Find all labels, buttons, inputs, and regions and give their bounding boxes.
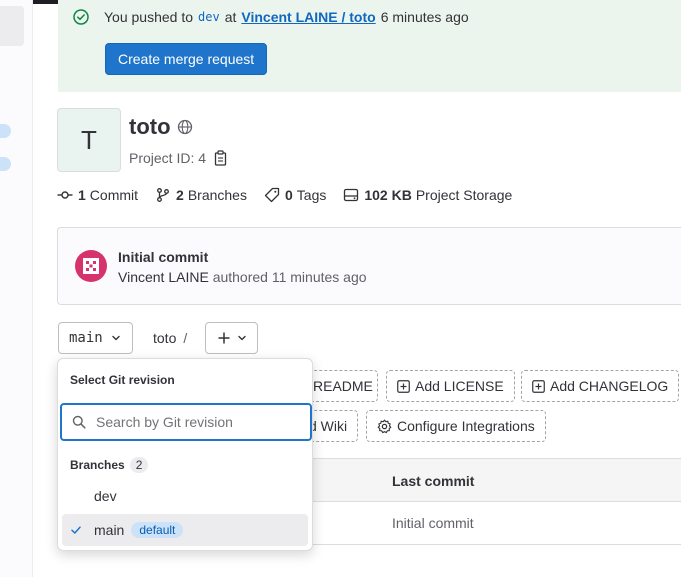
- list-item[interactable]: main default: [62, 514, 308, 546]
- copy-clipboard-icon[interactable]: [214, 150, 228, 166]
- plus-square-icon: [532, 379, 545, 393]
- branch-icon: [157, 188, 169, 202]
- commits-label: Commit: [89, 187, 139, 203]
- banner-at-text: at: [224, 9, 237, 25]
- banner-text: You pushed to: [104, 9, 194, 25]
- storage-stat[interactable]: 102 KB Project Storage: [343, 187, 512, 203]
- storage-label: Project Storage: [415, 187, 513, 203]
- tag-icon: [264, 187, 280, 203]
- breadcrumb-project[interactable]: toto: [153, 330, 176, 346]
- default-branch-badge: default: [131, 522, 184, 538]
- breadcrumb: toto /: [153, 330, 187, 346]
- list-item[interactable]: dev: [62, 480, 308, 512]
- commit-time: authored 11 minutes ago: [212, 269, 367, 285]
- project-name: toto: [129, 114, 171, 139]
- last-commit-panel: Initial commit Vincent LAINE authored 11…: [57, 227, 681, 305]
- tags-count: 0: [284, 187, 293, 203]
- sidebar-badge: [0, 124, 11, 138]
- project-link[interactable]: Vincent LAINE / toto: [241, 9, 375, 25]
- ref-selector-label: main: [69, 330, 103, 346]
- sidebar-item-active[interactable]: [0, 6, 24, 46]
- add-license-label: Add LICENSE: [415, 378, 504, 394]
- configure-integrations-label: Configure Integrations: [397, 418, 535, 434]
- identicon-icon: [83, 258, 99, 274]
- branches-label: Branches: [187, 187, 247, 203]
- search-icon: [72, 415, 86, 429]
- project-stats: 1 Commit 2 Branches 0 Tags 102 KB Projec…: [57, 187, 529, 203]
- plus-square-icon: [397, 379, 410, 393]
- commit-meta: Vincent LAINE authored 11 minutes ago: [118, 269, 367, 285]
- check-circle-icon: [73, 9, 89, 25]
- add-to-tree-button[interactable]: [205, 322, 258, 354]
- branches-stat[interactable]: 2 Branches: [155, 187, 247, 203]
- branches-count-badge: 2: [129, 457, 149, 473]
- branches-section-label: Branches: [70, 458, 125, 472]
- project-avatar: T: [57, 108, 121, 172]
- dropdown-header: Select Git revision: [70, 373, 175, 387]
- create-merge-request-button[interactable]: Create merge request: [105, 43, 268, 75]
- push-alert-banner: You pushed to dev at Vincent LAINE / tot…: [58, 0, 681, 92]
- plus-icon: [218, 332, 229, 344]
- sidebar: [0, 0, 33, 577]
- disk-icon: [344, 188, 359, 202]
- table-row: [300, 502, 681, 545]
- add-wiki-label: d Wiki: [309, 418, 348, 434]
- breadcrumb-separator: /: [183, 330, 188, 346]
- git-revision-dropdown: Select Git revision Branches 2 dev main …: [57, 358, 313, 551]
- commit-author[interactable]: Vincent LAINE: [118, 269, 209, 285]
- last-commit-column-header: Last commit: [392, 473, 475, 489]
- ref-selector-button[interactable]: main: [58, 322, 133, 354]
- chevron-down-icon: [237, 335, 246, 341]
- project-id-label: Project ID: 4: [129, 150, 207, 166]
- commits-count: 1: [78, 187, 86, 203]
- tags-label: Tags: [296, 187, 327, 203]
- commit-icon: [57, 191, 73, 199]
- file-table-header: [300, 458, 681, 502]
- branch-name: dev: [94, 488, 117, 504]
- revision-search-field[interactable]: [60, 403, 312, 441]
- storage-size: 102 KB: [364, 187, 412, 203]
- row-last-commit[interactable]: Initial commit: [392, 515, 474, 531]
- settings-gear-icon: [377, 419, 392, 433]
- add-license-button[interactable]: Add LICENSE: [386, 370, 515, 402]
- project-title: toto: [129, 114, 193, 140]
- chevron-down-icon: [112, 335, 120, 341]
- configure-integrations-button[interactable]: Configure Integrations: [366, 410, 546, 442]
- revision-search-input[interactable]: [96, 414, 296, 430]
- check-icon: [71, 526, 81, 534]
- banner-branch: dev: [198, 10, 220, 24]
- branch-name: main: [94, 522, 125, 538]
- add-changelog-label: Add CHANGELOG: [550, 378, 669, 394]
- sidebar-badge: [0, 157, 11, 171]
- project-id: Project ID: 4: [129, 150, 228, 166]
- commit-title[interactable]: Initial commit: [118, 249, 208, 265]
- commits-stat[interactable]: 1 Commit: [57, 187, 138, 203]
- author-avatar[interactable]: [75, 250, 107, 282]
- branches-count: 2: [176, 187, 184, 203]
- add-changelog-button[interactable]: Add CHANGELOG: [521, 370, 680, 402]
- globe-icon: [177, 119, 192, 135]
- banner-time: 6 minutes ago: [380, 9, 469, 25]
- tags-stat[interactable]: 0 Tags: [264, 187, 326, 203]
- add-readme-label: README: [313, 378, 373, 394]
- branches-section-header: Branches 2: [70, 457, 149, 473]
